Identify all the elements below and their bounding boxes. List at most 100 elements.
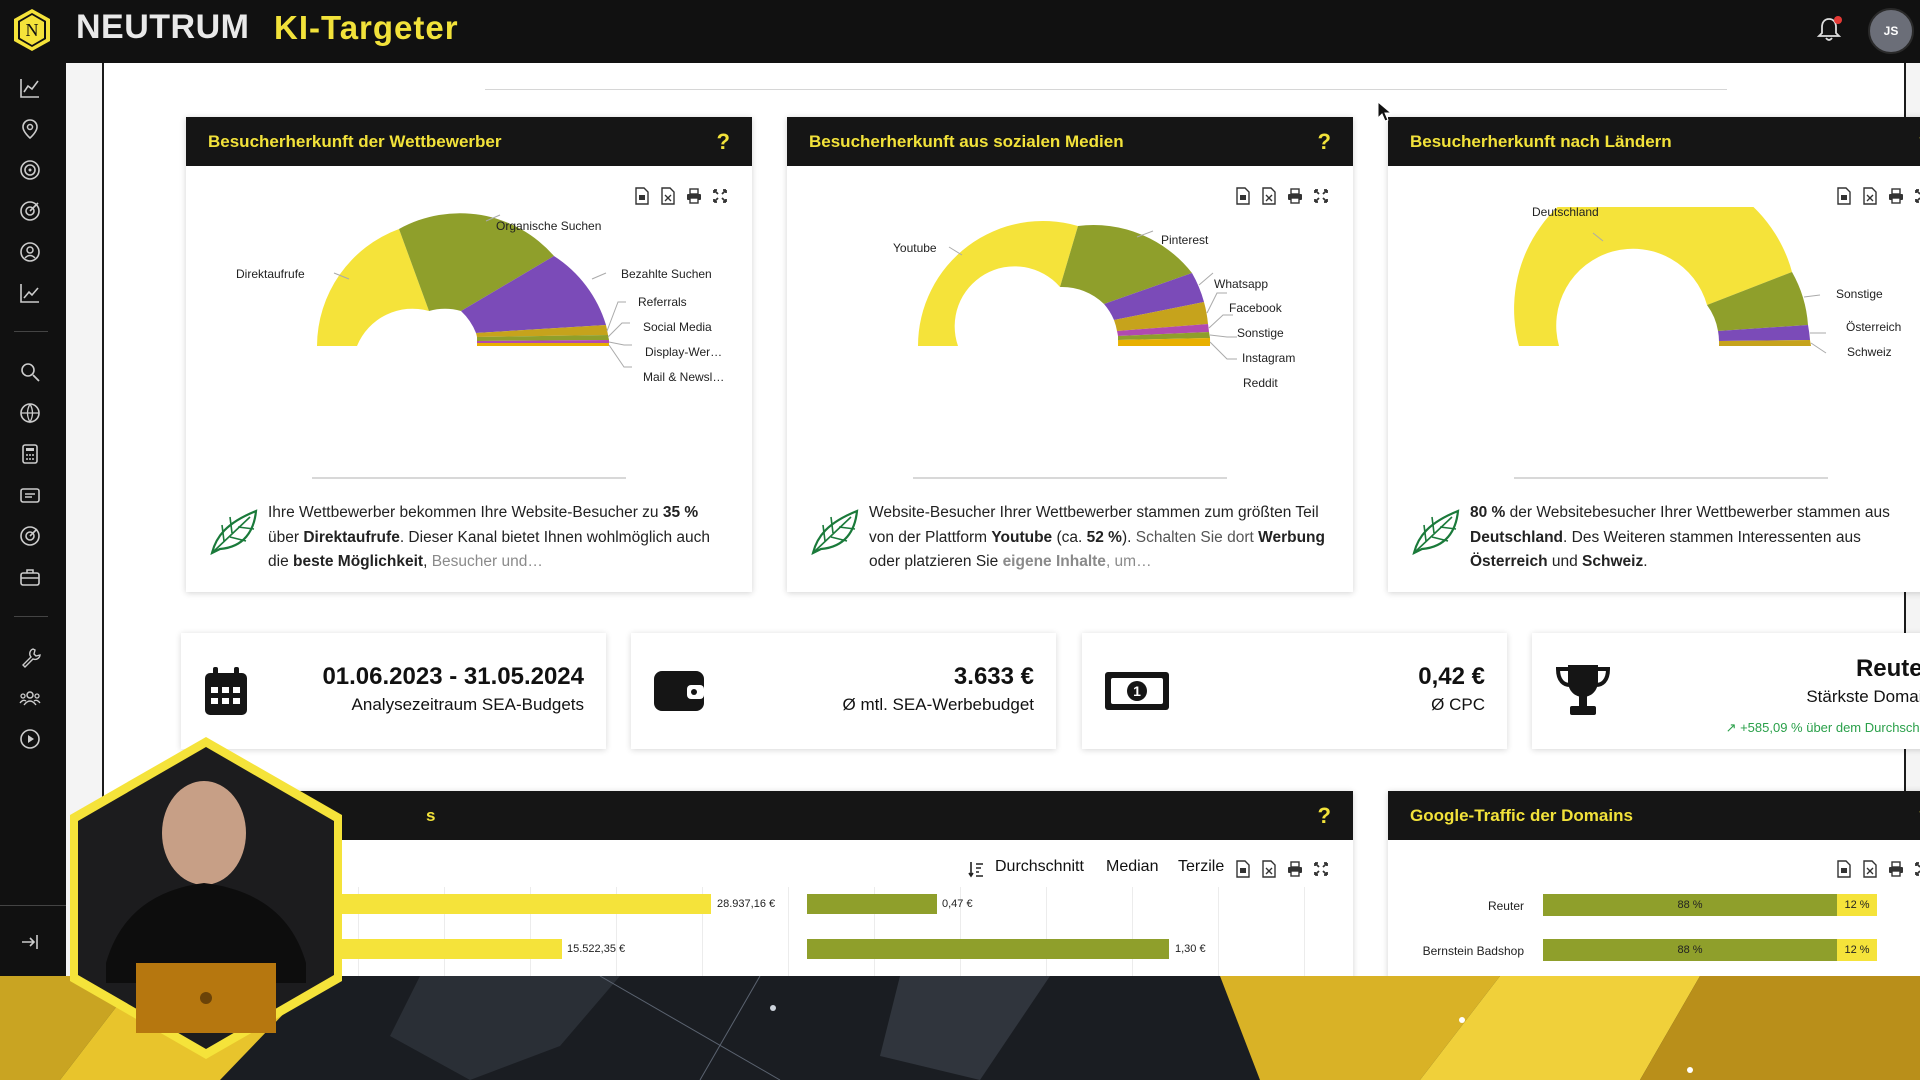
export-pdf-icon[interactable] [1836,860,1852,878]
label-oesterreich: Österreich [1846,320,1902,334]
location-pin-icon[interactable] [19,118,41,140]
help-button[interactable]: ? [717,129,730,155]
logout-icon[interactable] [19,931,41,953]
cpc-bar[interactable] [807,939,1169,959]
help-button[interactable]: ? [1318,129,1331,155]
calendar-icon [205,667,247,715]
export-pdf-icon[interactable] [1836,187,1852,205]
country-traffic-chart [1514,207,1827,354]
kpi-value: Reuter [1855,655,1920,682]
print-icon[interactable] [1287,187,1303,205]
user-avatar[interactable]: JS [1868,8,1914,54]
search-person-icon[interactable] [19,241,41,263]
crosshair-icon[interactable] [19,200,41,222]
cpc-bar[interactable] [807,894,937,914]
card-header: s ? [186,791,1353,840]
label-sonstige: Sonstige [1836,287,1883,301]
slice-schweiz[interactable] [1719,340,1811,346]
briefcase-icon[interactable] [19,566,41,588]
card-divider [312,477,626,479]
export-toolbar [634,187,728,205]
wallet-icon [654,671,704,711]
presenter-video [70,737,342,1059]
card-header: Besucherherkunft nach Ländern ? [1388,117,1920,166]
kpi-value: 0,42 € [1418,663,1485,690]
traffic-bar-paid[interactable]: 12 % [1837,939,1877,961]
fullscreen-icon[interactable] [1313,860,1329,878]
sort-icon[interactable] [968,860,984,878]
sidebar-divider [14,331,48,332]
print-icon[interactable] [1287,860,1303,878]
fullscreen-icon[interactable] [1914,860,1920,878]
card-description: Website-Besucher Ihrer Wettbewerber stam… [869,504,1325,570]
social-traffic-chart [918,220,1237,360]
play-icon[interactable] [19,728,41,750]
export-pdf-icon[interactable] [1235,187,1251,205]
print-icon[interactable] [686,187,702,205]
traffic-bar-organic[interactable]: 88 % [1543,939,1837,961]
notification-bell-icon[interactable] [1814,14,1844,44]
fullscreen-icon[interactable] [1313,187,1329,205]
calculator-icon[interactable] [19,443,41,465]
card-header: Besucherherkunft der Wettbewerber ? [186,117,752,166]
kpi-label: Stärkste Domain [1806,687,1920,706]
label-direktaufrufe: Direktaufrufe [236,267,305,281]
label-social-media: Social Media [643,320,712,334]
export-excel-icon[interactable] [660,187,676,205]
export-toolbar [1836,860,1920,878]
kpi-label: Ø mtl. SEA-Werbebudget [842,695,1035,714]
kpi-cpc: 1 0,42 € Ø CPC [1082,633,1507,749]
leaf-icon [1412,509,1460,555]
label-mail: Mail & Newsl… [643,370,725,384]
fullscreen-icon[interactable] [712,187,728,205]
analytics-icon[interactable] [19,77,41,99]
social-traffic-card: Besucherherkunft aus sozialen Medien ? Y… [787,117,1353,592]
target-icon[interactable] [19,159,41,181]
label-sonstige: Sonstige [1237,326,1284,340]
kpi-value: 01.06.2023 - 31.05.2024 [322,663,584,690]
export-pdf-icon[interactable] [634,187,650,205]
kpi-analysis-period: 01.06.2023 - 31.05.2024 Analysezeitraum … [181,633,606,749]
trend-chart-icon[interactable] [19,282,41,304]
traffic-bar-paid[interactable]: 12 % [1837,894,1877,916]
export-excel-icon[interactable] [1261,187,1277,205]
label-whatsapp: Whatsapp [1214,277,1269,291]
help-button[interactable]: ? [1318,803,1331,829]
median-toggle[interactable]: Median [1106,858,1158,876]
slice-youtube[interactable] [918,220,1078,346]
label-deutschland: Deutschland [1532,205,1599,219]
slice-mail[interactable] [477,343,610,346]
label-organische-suchen: Organische Suchen [496,219,602,233]
target-check-icon[interactable] [19,525,41,547]
card-header: Google-Traffic der Domains ? [1388,791,1920,840]
traffic-bar-organic[interactable]: 88 % [1543,894,1837,916]
card-header: Besucherherkunft aus sozialen Medien ? [787,117,1353,166]
people-icon[interactable] [19,687,41,709]
search-icon[interactable] [19,361,41,383]
bar-value: 15.522,35 € [567,943,626,955]
kpi-value: 3.633 € [953,663,1034,690]
wrench-icon[interactable] [19,646,41,668]
tertile-toggle[interactable]: Terzile [1178,858,1224,876]
card-title: Besucherherkunft aus sozialen Medien [809,131,1124,151]
google-traffic-card: Google-Traffic der Domains ? Reuter 88 %… [1388,791,1920,976]
id-card-icon[interactable] [19,484,41,506]
card-title: Besucherherkunft nach Ländern [1410,131,1672,151]
export-excel-icon[interactable] [1862,187,1878,205]
neutrum-logo[interactable]: N [13,8,51,52]
kpi-label: Ø CPC [1431,695,1485,714]
average-toggle[interactable]: Durchschnitt [995,858,1084,876]
export-excel-icon[interactable] [1862,860,1878,878]
print-icon[interactable] [1888,860,1904,878]
svg-text:1: 1 [1133,683,1141,699]
print-icon[interactable] [1888,187,1904,205]
export-pdf-icon[interactable] [1235,860,1251,878]
domain-label: Reuter [1487,899,1524,913]
export-excel-icon[interactable] [1261,860,1277,878]
fullscreen-icon[interactable] [1914,187,1920,205]
label-bezahlte-suchen: Bezahlte Suchen [621,267,712,281]
trend-up-icon: ↗ [1725,720,1741,735]
globe-icon[interactable] [19,402,41,424]
card-title: s [426,805,436,825]
bar-value: 1,30 € [1175,943,1206,955]
